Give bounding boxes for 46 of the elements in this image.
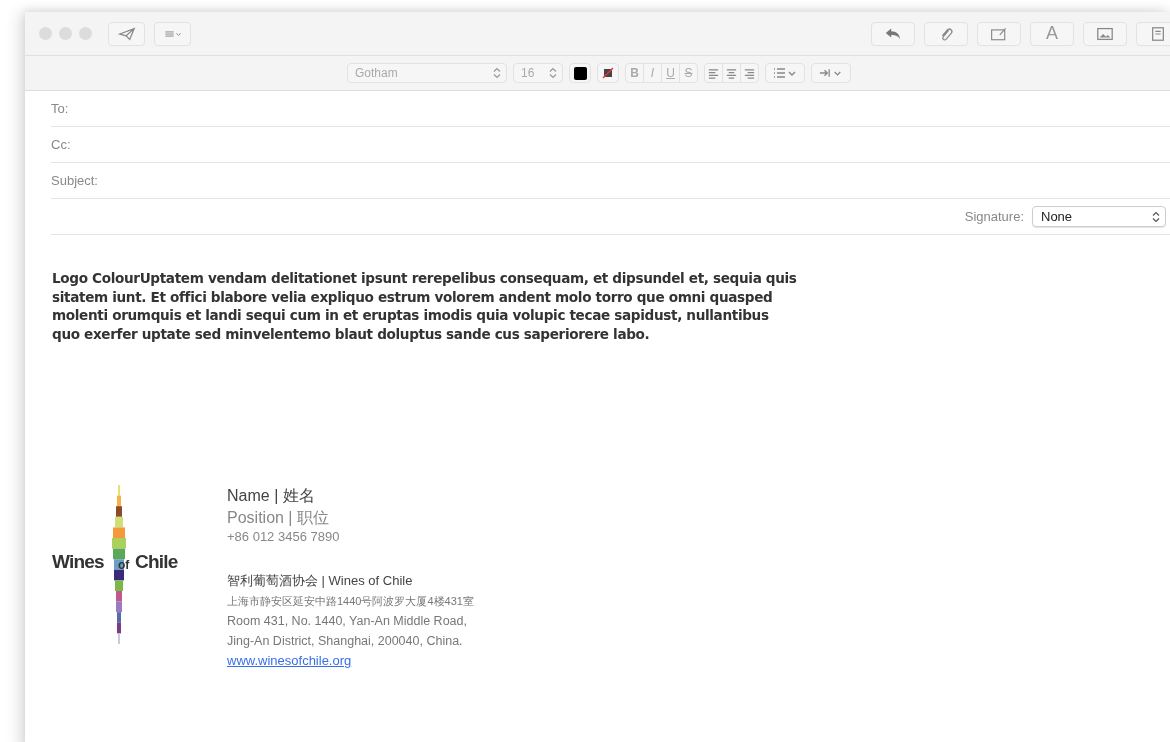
background-color-button[interactable]	[597, 63, 619, 83]
address-field[interactable]: Subject:	[51, 163, 1170, 199]
list-button[interactable]	[765, 63, 805, 83]
markup-icon	[990, 25, 1008, 42]
message-body-text: Logo ColourUptatem vendam delitationet ipsunt rerepelibus consequam, et dipsundel et, sequia quis sitatem iunt. Et offici blabore velia expliquo estrum volorem andent molo torro que omni quasped molenti orumquis et landi sequi cum in et eruptas imodis quia volupic tecae sapidust, nullantibus quo exerfer uptate sed minvelentemo blaut doluptus sande cus saperiorere labo.	[52, 269, 797, 343]
align-center-icon	[725, 66, 738, 80]
attach-button[interactable]	[924, 21, 968, 46]
signature-label: Signature:	[964, 209, 1024, 224]
strike-button[interactable]: S	[680, 64, 697, 82]
address-field[interactable]: Cc:	[51, 127, 1170, 163]
stepper-icon	[1152, 210, 1160, 223]
photo-button[interactable]	[1083, 21, 1127, 46]
address-field[interactable]: To:	[51, 91, 1170, 127]
indent-icon	[818, 66, 844, 80]
align-right-icon	[743, 66, 756, 80]
name-text: Name | 姓名	[227, 486, 316, 506]
header-button[interactable]	[154, 21, 191, 46]
underline-button[interactable]: U	[662, 64, 680, 82]
signature-dropdown[interactable]: None	[1032, 206, 1166, 227]
italic-button[interactable]: I	[644, 64, 662, 82]
paper-plane-icon	[117, 25, 136, 42]
address-text: 上海市静安区延安中路1440号阿波罗大厦4楼431室	[227, 594, 474, 609]
indent-button[interactable]	[811, 63, 851, 83]
size-dropdown[interactable]: 16	[513, 63, 563, 83]
wines-of-chile-logo: Wines of Chile	[52, 485, 227, 645]
send-button[interactable]	[108, 21, 145, 46]
list-icon	[772, 66, 798, 80]
organization-name: 智利葡萄酒协会 | Wines of Chile	[227, 572, 414, 590]
panel-icon	[1149, 25, 1167, 42]
stepper-icon	[493, 67, 501, 79]
position-text: Position | 职位	[227, 508, 330, 528]
phone-number: +86 012 3456 7890	[227, 529, 341, 545]
bold-button[interactable]: B	[626, 64, 644, 82]
address-text: Room 431, No. 1440, Yan-An Middle Road,	[227, 613, 468, 630]
no-color-icon	[602, 67, 614, 79]
align-left-icon	[707, 66, 720, 80]
stepper-icon	[549, 67, 557, 79]
panel-button[interactable]	[1136, 21, 1170, 46]
font-dropdown[interactable]: Gotham	[347, 63, 507, 83]
text-color-button[interactable]	[569, 63, 591, 83]
markup-button[interactable]	[977, 21, 1021, 46]
website-link[interactable]: www.winesofchile.org	[227, 651, 474, 671]
reply-button[interactable]	[871, 21, 915, 46]
address-text: Jing-An District, Shanghai, 200040, China.	[227, 633, 464, 650]
fonts-button[interactable]: A	[1030, 21, 1074, 46]
photo-icon	[1096, 25, 1114, 42]
